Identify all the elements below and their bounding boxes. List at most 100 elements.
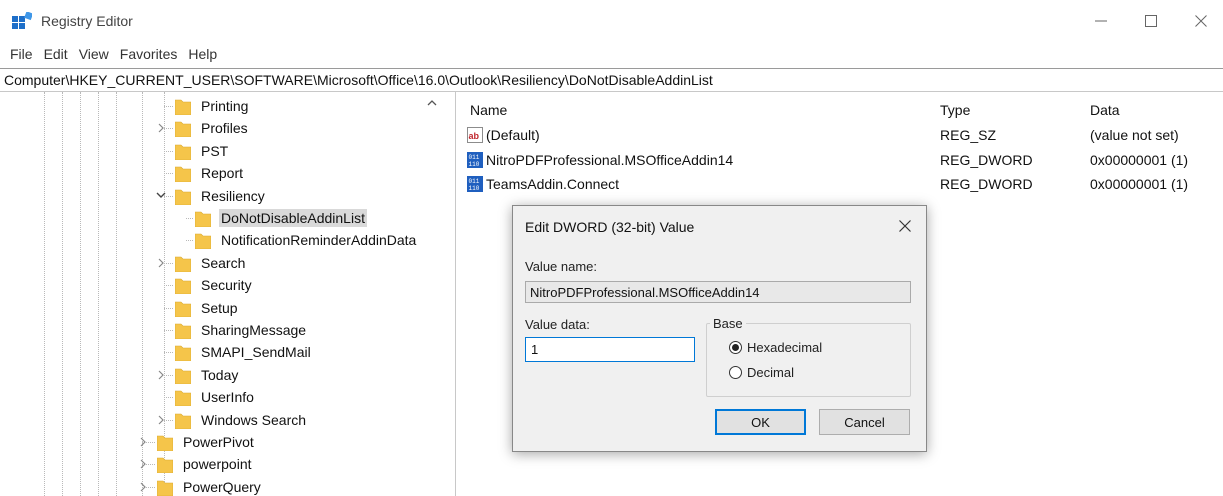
folder-icon (195, 211, 211, 227)
value-data: (value not set) (1090, 127, 1179, 143)
tree-node-label: Windows Search (201, 411, 307, 428)
value-data: 0x00000001 (1) (1090, 176, 1189, 192)
registry-editor-window: Registry Editor File Edit View Favorites… (0, 0, 1223, 496)
folder-icon (175, 390, 191, 407)
value-data-input[interactable] (525, 337, 695, 362)
tree-guide-line (44, 92, 45, 496)
radio-unselected-icon (729, 366, 742, 379)
tree-connector (164, 106, 173, 107)
folder-icon (175, 166, 191, 183)
tree-node[interactable]: SharingMessage (175, 319, 308, 341)
menu-help[interactable]: Help (188, 46, 217, 62)
folder-icon (175, 278, 191, 295)
tree-node-label: Today (201, 366, 239, 383)
menu-bar: File Edit View Favorites Help (0, 42, 228, 66)
registry-tree[interactable]: Printing Profiles PST Report Resiliency DoNot… (0, 92, 443, 496)
tree-node[interactable]: Profiles (175, 117, 250, 139)
folder-icon (175, 144, 191, 160)
svg-text:110: 110 (469, 161, 480, 168)
column-header-type[interactable]: Type (940, 102, 970, 118)
tree-node[interactable]: UserInfo (175, 386, 256, 408)
chevron-down-icon[interactable] (155, 190, 167, 202)
tree-scrollbar[interactable] (423, 92, 443, 496)
ok-button[interactable]: OK (715, 409, 806, 435)
dword-value-icon: 011 110 (467, 176, 483, 192)
menu-view[interactable]: View (79, 46, 109, 62)
address-bar[interactable]: Computer\HKEY_CURRENT_USER\SOFTWARE\Micr… (0, 68, 1223, 92)
tree-guide-line (116, 92, 117, 496)
tree-node-label: PowerPivot (183, 434, 254, 450)
cancel-button[interactable]: Cancel (819, 409, 910, 435)
chevron-right-icon[interactable] (137, 481, 149, 493)
chevron-right-icon[interactable] (155, 369, 167, 381)
tree-node[interactable]: Report (175, 162, 245, 184)
value-name-field: NitroPDFProfessional.MSOfficeAddin14 (525, 281, 911, 303)
tree-node[interactable]: Windows Search (175, 409, 308, 431)
tree-node[interactable]: PowerPivot (157, 431, 256, 453)
tree-guide-line (80, 92, 81, 496)
svg-text:011: 011 (469, 178, 480, 185)
folder-icon (175, 413, 191, 429)
tree-node[interactable]: Security (175, 274, 254, 296)
scroll-up-icon[interactable] (427, 98, 437, 109)
decimal-label: Decimal (747, 365, 794, 380)
tree-node-label: NotificationReminderAddinData (221, 232, 417, 249)
tree-node[interactable]: Search (175, 252, 247, 274)
hexadecimal-radio[interactable]: Hexadecimal (729, 340, 822, 355)
tree-node-label: Report (201, 165, 244, 182)
chevron-right-icon[interactable] (137, 458, 149, 470)
column-header-data[interactable]: Data (1090, 102, 1120, 118)
title-bar: Registry Editor (0, 0, 1223, 42)
pane-splitter[interactable] (455, 92, 459, 496)
chevron-right-icon[interactable] (137, 436, 149, 448)
tree-guide-line (98, 92, 99, 496)
menu-file[interactable]: File (10, 46, 33, 62)
dword-value-icon: 011 110 (467, 152, 483, 168)
chevron-right-icon[interactable] (155, 414, 167, 426)
tree-node[interactable]: Setup (175, 297, 240, 319)
value-data-label: Value data: (525, 317, 590, 332)
radio-selected-icon (729, 341, 742, 354)
minimize-icon (1095, 20, 1107, 22)
tree-node-label: Search (201, 254, 246, 271)
tree-node-label: powerpoint (183, 456, 252, 473)
dialog-close-button[interactable] (893, 215, 917, 237)
menu-edit[interactable]: Edit (44, 46, 68, 62)
chevron-right-icon[interactable] (155, 257, 167, 269)
tree-node-label: Security (201, 277, 252, 294)
folder-icon (175, 368, 191, 384)
tree-connector (164, 352, 173, 354)
base-label: Base (710, 316, 746, 331)
chevron-right-icon[interactable] (155, 122, 167, 134)
tree-connector (186, 240, 193, 242)
value-name: NitroPDFProfessional.MSOfficeAddin14 (486, 152, 734, 168)
tree-node-label: Setup (201, 299, 238, 316)
tree-node[interactable]: Today (175, 364, 240, 386)
window-title: Registry Editor (41, 13, 133, 29)
folder-icon (175, 122, 191, 138)
maximize-button[interactable] (1128, 6, 1174, 36)
tree-node[interactable]: DoNotDisableAddinList (195, 207, 367, 229)
tree-node[interactable]: SMAPI_SendMail (175, 341, 313, 363)
folder-icon (175, 99, 191, 115)
decimal-radio[interactable]: Decimal (729, 365, 794, 380)
tree-node[interactable]: PST (175, 140, 230, 162)
tree-node[interactable]: PowerQuery (157, 476, 263, 496)
tree-node-label: DoNotDisableAddinList (219, 209, 367, 227)
tree-node[interactable]: powerpoint (157, 453, 254, 475)
close-window-button[interactable] (1178, 6, 1223, 36)
value-name-label: Value name: (525, 259, 598, 274)
tree-node[interactable]: Resiliency (175, 185, 267, 207)
column-header-name[interactable]: Name (470, 102, 507, 118)
folder-icon (175, 323, 191, 339)
tree-node[interactable]: NotificationReminderAddinData (195, 229, 418, 251)
folder-icon (175, 301, 191, 317)
tree-node[interactable]: Printing (175, 95, 250, 117)
edit-dword-dialog: Edit DWORD (32-bit) Value Value name: Ni… (512, 205, 927, 452)
tree-node-label: PST (201, 142, 229, 159)
tree-guide-line (62, 92, 63, 496)
close-icon (899, 220, 911, 232)
minimize-button[interactable] (1078, 6, 1124, 36)
menu-favorites[interactable]: Favorites (120, 46, 178, 62)
tree-node-label: Profiles (201, 120, 248, 137)
